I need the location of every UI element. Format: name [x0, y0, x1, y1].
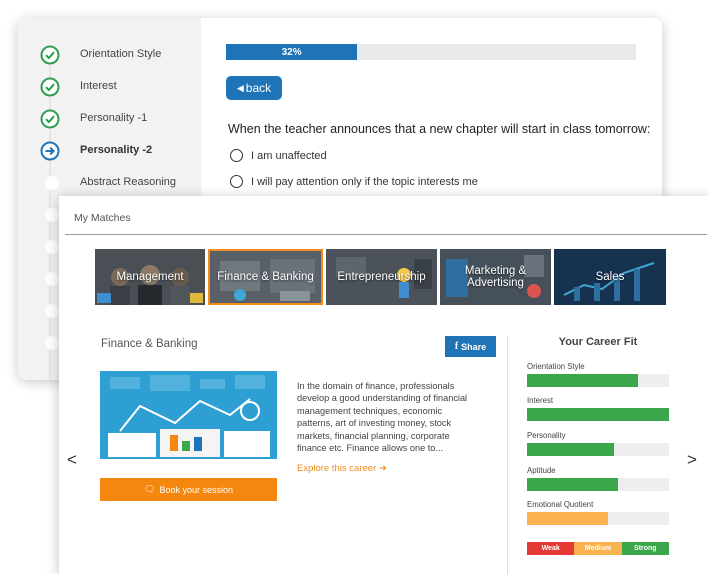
step-label: Personality -1 [80, 112, 148, 124]
fit-fill [527, 443, 614, 456]
fit-label-aptitude: Aptitude [527, 466, 556, 475]
step-label: Abstract Reasoning [80, 176, 176, 188]
fit-bar-interest [527, 408, 669, 421]
question-text: When the teacher announces that a new ch… [228, 122, 651, 136]
check-circle-icon [40, 45, 60, 65]
progress-bar: 32% [226, 44, 636, 60]
answer-option[interactable]: I will pay attention only if the topic i… [230, 175, 478, 188]
progress-label: 32% [281, 46, 302, 58]
fit-bar-aptitude [527, 478, 669, 491]
career-tile-finance-banking[interactable]: Finance & Banking [208, 249, 323, 305]
step-pending [40, 332, 60, 354]
pending-dot-icon [40, 333, 60, 353]
chat-icon: 🗨 [144, 484, 156, 494]
back-button[interactable]: ◀ back [226, 76, 282, 100]
step-label: Orientation Style [80, 48, 162, 60]
share-button[interactable]: f Share [445, 336, 496, 357]
step-label: Interest [80, 80, 117, 92]
radio-button[interactable] [230, 175, 243, 188]
arrow-right-icon: ➜ [378, 463, 387, 474]
career-tile-marketing-advertising[interactable]: Marketing & Advertising [440, 249, 551, 305]
fit-fill [527, 512, 608, 525]
step-pending [40, 268, 60, 290]
answer-option-label: I will pay attention only if the topic i… [251, 175, 478, 188]
pending-dot-icon [40, 269, 60, 289]
check-circle-icon [40, 77, 60, 97]
back-button-label: back [245, 81, 272, 95]
vertical-divider [507, 336, 508, 574]
fit-label-orientation-style: Orientation Style [527, 362, 585, 371]
fit-bar-orientation-style [527, 374, 669, 387]
career-title: Finance & Banking [101, 338, 198, 350]
share-button-label: Share [461, 341, 487, 352]
book-session-button[interactable]: 🗨 Book your session [100, 478, 277, 501]
career-tile-label: Sales [595, 271, 625, 283]
my-matches-panel: My Matches Management Finance & Banking … [59, 196, 709, 574]
step-orientation-style[interactable]: Orientation Style [40, 44, 161, 66]
pending-dot-icon [40, 173, 60, 193]
radio-button[interactable] [230, 149, 243, 162]
step-abstract-reasoning[interactable]: Abstract Reasoning [40, 172, 176, 194]
chevron-left-icon: ◀ [236, 82, 244, 93]
divider [65, 234, 707, 235]
career-tile-label: Marketing & Advertising [464, 265, 527, 289]
explore-career-label: Explore this career [297, 463, 377, 474]
facebook-icon: f [454, 341, 459, 352]
career-description: In the domain of finance, professionals … [297, 381, 468, 454]
pending-dot-icon [40, 205, 60, 225]
step-personality-2[interactable]: Personality -2 [40, 140, 152, 162]
step-pending [40, 236, 60, 258]
step-label: Personality -2 [80, 144, 153, 156]
pending-dot-icon [40, 301, 60, 321]
previous-arrow[interactable]: < [67, 450, 77, 470]
step-pending [40, 204, 60, 226]
fit-legend: Weak Medium Strong [527, 542, 669, 555]
legend-medium: Medium [574, 542, 622, 555]
fit-bar-personality [527, 443, 669, 456]
legend-weak: Weak [527, 542, 575, 555]
fit-fill [527, 478, 618, 491]
fit-bar-emotional-quotient [527, 512, 669, 525]
step-interest[interactable]: Interest [40, 76, 117, 98]
arrow-right-circle-icon [40, 141, 60, 161]
career-tile-label: Finance & Banking [217, 271, 314, 283]
career-tile-management[interactable]: Management [95, 249, 205, 305]
next-arrow[interactable]: > [687, 450, 697, 470]
fit-label-personality: Personality [527, 431, 566, 440]
fit-fill [527, 408, 669, 421]
career-fit-title: Your Career Fit [558, 336, 638, 348]
step-personality-1[interactable]: Personality -1 [40, 108, 147, 130]
fit-fill [527, 374, 638, 387]
answer-option[interactable]: I am unaffected [230, 149, 327, 162]
fit-label-emotional-quotient: Emotional Quotient [527, 500, 594, 509]
answer-option-label: I am unaffected [251, 149, 327, 162]
panel-title: My Matches [74, 212, 131, 224]
step-pending [40, 300, 60, 322]
check-circle-icon [40, 109, 60, 129]
explore-career-link[interactable]: Explore this career ➜ [297, 463, 387, 474]
pending-dot-icon [40, 237, 60, 257]
finance-illustration [100, 371, 277, 459]
career-tile-label: Management [116, 271, 184, 283]
fit-label-interest: Interest [527, 396, 554, 405]
book-session-label: Book your session [159, 484, 233, 495]
career-tile-sales[interactable]: Sales [554, 249, 666, 305]
career-tile-label: Entrepreneurship [337, 271, 426, 283]
career-tile-entrepreneurship[interactable]: Entrepreneurship [326, 249, 437, 305]
legend-strong: Strong [621, 542, 669, 555]
